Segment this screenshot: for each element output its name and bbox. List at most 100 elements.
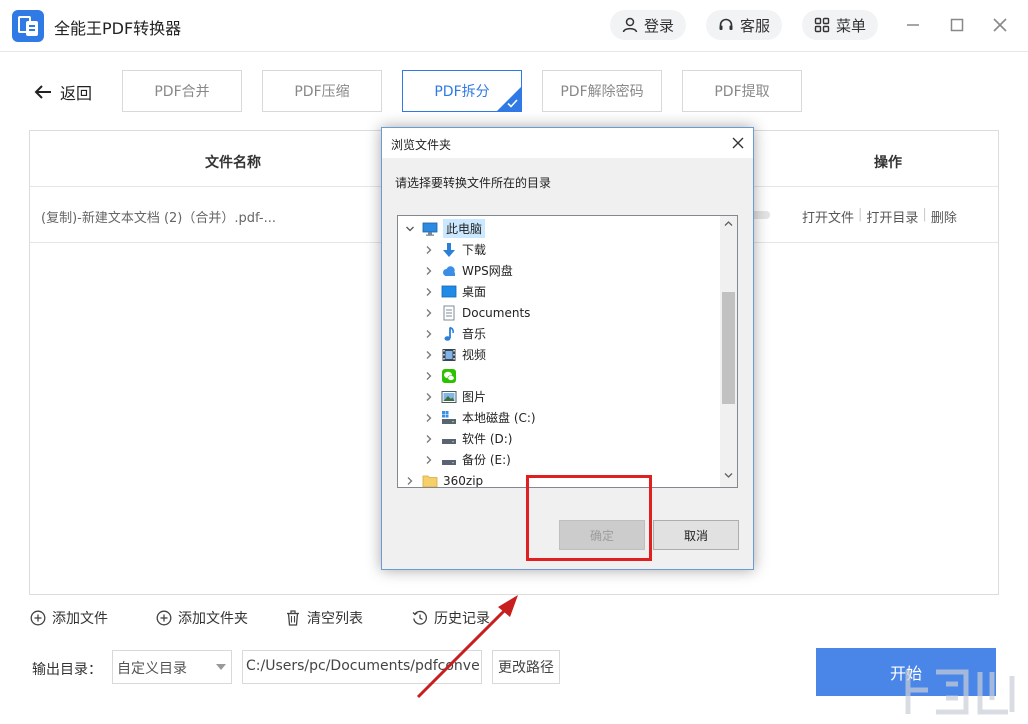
tree-item-label: 软件 (D:) <box>462 432 513 446</box>
minimize-button[interactable] <box>902 14 924 36</box>
headset-icon <box>719 18 733 30</box>
tree-item-drive-c[interactable]: 本地磁盘 (C:) <box>398 407 720 428</box>
chevron-down-icon[interactable] <box>404 223 416 235</box>
scroll-up-icon[interactable] <box>724 220 733 227</box>
menu-label: 菜单 <box>836 16 867 35</box>
document-icon <box>441 305 457 321</box>
output-mode-select[interactable]: 自定义目录 <box>112 650 232 684</box>
login-label: 登录 <box>644 16 675 35</box>
tab-label: PDF提取 <box>714 84 770 100</box>
add-file-label: 添加文件 <box>52 611 108 627</box>
tree-item-wechat[interactable] <box>398 365 720 386</box>
chevron-right-icon[interactable] <box>423 370 435 382</box>
clear-list-label: 清空列表 <box>307 611 363 627</box>
minimize-icon <box>907 24 919 26</box>
chevron-right-icon[interactable] <box>423 244 435 256</box>
tab-pdf-merge[interactable]: PDF合并 <box>122 70 242 112</box>
add-file-button[interactable]: 添加文件 <box>30 608 108 628</box>
delete-link[interactable]: 删除 <box>931 207 957 226</box>
tab-pdf-extract[interactable]: PDF提取 <box>682 70 802 112</box>
tree-scrollbar[interactable] <box>720 216 737 487</box>
chevron-right-icon[interactable] <box>423 265 435 277</box>
tab-label: PDF拆分 <box>434 84 490 100</box>
tree-item-pictures[interactable]: 图片 <box>398 386 720 407</box>
dialog-title: 浏览文件夹 <box>391 138 452 152</box>
chevron-right-icon[interactable] <box>423 328 435 340</box>
chevron-right-icon[interactable] <box>423 433 435 445</box>
tree-item-this-pc[interactable]: 此电脑 <box>398 218 720 239</box>
tree-item-drive-e[interactable]: 备份 (E:) <box>398 449 720 470</box>
drive-icon <box>441 452 457 468</box>
folder-tree[interactable]: 此电脑 下载 WPS网盘 桌面 Documents 音乐 视频 图片 本地磁盘 … <box>397 215 738 488</box>
arrow-left-icon <box>34 85 51 99</box>
drive-icon <box>441 431 457 447</box>
open-file-link[interactable]: 打开文件 <box>802 207 854 226</box>
add-folder-button[interactable]: 添加文件夹 <box>156 608 248 628</box>
customer-service-button[interactable]: 客服 <box>706 10 782 40</box>
output-mode-value: 自定义目录 <box>117 661 187 677</box>
scrollbar-thumb[interactable] <box>722 292 735 404</box>
tree-item-label: WPS网盘 <box>462 264 513 278</box>
tree-item-label: Documents <box>462 305 531 320</box>
title-bar: 全能王PDF转换器 登录 客服 菜单 <box>0 0 1028 52</box>
tree-item-label: 下载 <box>462 243 487 257</box>
service-label: 客服 <box>740 16 771 35</box>
open-directory-link[interactable]: 打开目录 <box>866 207 918 226</box>
user-icon <box>622 17 638 33</box>
computer-icon <box>422 221 438 237</box>
chevron-right-icon[interactable] <box>423 286 435 298</box>
tab-pdf-split[interactable]: PDF拆分 <box>402 70 522 112</box>
column-header-operations: 操作 <box>874 155 902 171</box>
chevron-right-icon[interactable] <box>423 454 435 466</box>
tab-pdf-remove-password[interactable]: PDF解除密码 <box>542 70 662 112</box>
wechat-icon <box>441 368 457 384</box>
menu-button[interactable]: 菜单 <box>802 10 878 40</box>
output-directory-label: 输出目录： <box>32 662 102 678</box>
clear-list-button[interactable]: 清空列表 <box>285 608 363 628</box>
chevron-right-icon[interactable] <box>423 307 435 319</box>
annotation-arrow-icon <box>416 595 518 699</box>
highlight-annotation-box <box>526 475 652 561</box>
login-button[interactable]: 登录 <box>610 10 686 40</box>
tree-item-label: 此电脑 <box>443 219 486 238</box>
chevron-right-icon[interactable] <box>423 391 435 403</box>
close-icon[interactable] <box>731 136 745 150</box>
close-icon <box>993 18 1007 32</box>
app-title: 全能王PDF转换器 <box>54 19 182 38</box>
dialog-title-bar: 浏览文件夹 <box>382 128 753 158</box>
cloud-icon <box>441 263 457 279</box>
back-button[interactable]: 返回 <box>34 80 92 104</box>
chevron-right-icon[interactable] <box>423 349 435 361</box>
tree-item-downloads[interactable]: 下载 <box>398 239 720 260</box>
plus-circle-icon <box>156 610 172 626</box>
tree-item-label: 视频 <box>462 348 487 362</box>
tree-item-videos[interactable]: 视频 <box>398 344 720 365</box>
divider: | <box>922 207 927 222</box>
tree-item-drive-d[interactable]: 软件 (D:) <box>398 428 720 449</box>
tree-item-label: 备份 (E:) <box>462 453 511 467</box>
checkmark-icon <box>507 99 518 108</box>
chevron-right-icon[interactable] <box>423 412 435 424</box>
maximize-icon <box>950 18 964 32</box>
tree-item-music[interactable]: 音乐 <box>398 323 720 344</box>
picture-icon <box>441 389 457 405</box>
file-name-cell: (复制)-新建文本文档 (2)（合并）.pdf-... <box>41 211 276 226</box>
tree-item-label: 本地磁盘 (C:) <box>462 411 536 425</box>
tree-item-documents[interactable]: Documents <box>398 302 720 323</box>
dialog-instruction: 请选择要转换文件所在的目录 <box>395 176 552 190</box>
tab-label: PDF压缩 <box>294 84 350 100</box>
tree-item-wps-cloud[interactable]: WPS网盘 <box>398 260 720 281</box>
tab-pdf-compress[interactable]: PDF压缩 <box>262 70 382 112</box>
tree-item-label: 桌面 <box>462 285 487 299</box>
tree-item-desktop[interactable]: 桌面 <box>398 281 720 302</box>
cancel-button[interactable]: 取消 <box>653 520 739 550</box>
maximize-button[interactable] <box>946 14 968 36</box>
close-window-button[interactable] <box>989 14 1011 36</box>
add-folder-label: 添加文件夹 <box>178 611 248 627</box>
back-label: 返回 <box>60 84 93 103</box>
grid-menu-icon <box>814 17 830 33</box>
tree-item-label: 音乐 <box>462 327 487 341</box>
chevron-right-icon[interactable] <box>404 475 416 487</box>
divider: | <box>858 207 863 222</box>
scroll-down-icon[interactable] <box>724 472 733 479</box>
